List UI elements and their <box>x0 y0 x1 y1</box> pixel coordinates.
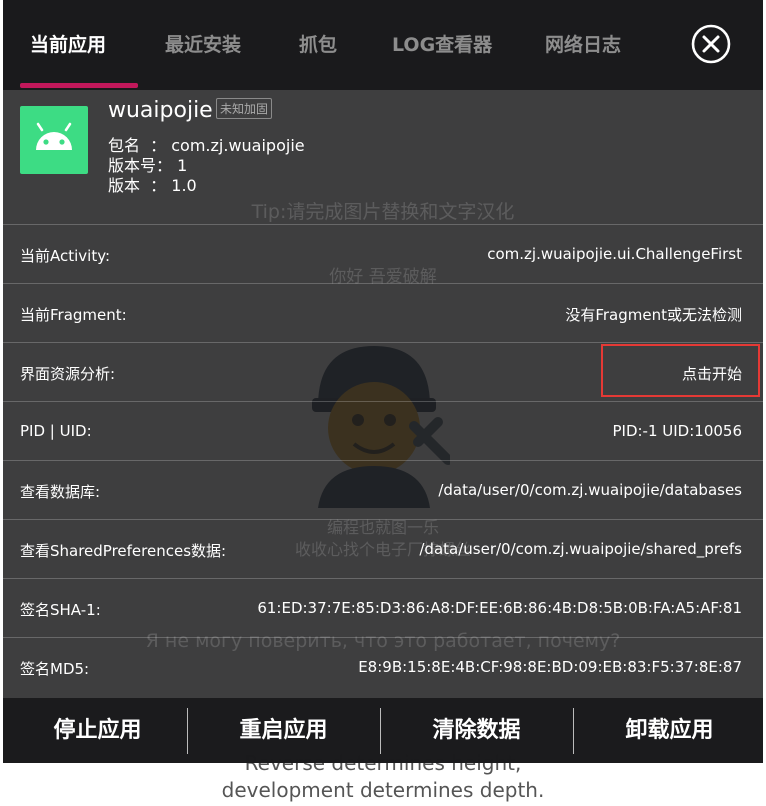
stop-app-button[interactable]: 停止应用 <box>3 698 192 763</box>
tab-network-log[interactable]: 网络日志 <box>545 30 621 60</box>
row-databases[interactable]: 查看数据库: /data/user/0/com.zj.wuaipojie/dat… <box>3 460 763 519</box>
tab-current-app[interactable]: 当前应用 <box>30 30 106 60</box>
highlight-box <box>601 344 760 397</box>
close-circle-icon[interactable] <box>691 24 731 64</box>
row-pid-uid: PID | UID: PID:-1 UID:10056 <box>3 401 763 460</box>
row-fragment: 当前Fragment: 没有Fragment或无法检测 <box>3 283 763 342</box>
tab-packet-capture[interactable]: 抓包 <box>299 30 337 60</box>
row-value: PID:-1 UID:10056 <box>612 422 742 440</box>
footer-line-2: development determines depth. <box>221 778 545 802</box>
row-label: 当前Activity: <box>20 247 111 265</box>
action-bar: 停止应用 重启应用 清除数据 卸载应用 <box>3 698 763 763</box>
protection-badge: 未知加固 <box>216 98 273 119</box>
row-label: 签名MD5: <box>20 660 90 678</box>
tab-log-viewer[interactable]: LOG查看器 <box>392 30 492 60</box>
app-inspector-panel: Tip:请完成图片替换和文字汉化 你好 吾爱破解 编程也就图一乐 收收心找个电子… <box>3 0 763 763</box>
row-sha1: 签名SHA-1: 61:ED:37:7E:85:D3:86:A8:DF:EE:6… <box>3 578 763 637</box>
uninstall-app-button[interactable]: 卸载应用 <box>575 698 764 763</box>
row-label: 查看数据库: <box>20 483 101 501</box>
version-name: 版本 ： 1.0 <box>108 176 197 195</box>
row-activity: 当前Activity: com.zj.wuaipojie.ui.Challeng… <box>3 224 763 283</box>
row-value[interactable]: 61:ED:37:7E:85:D3:86:A8:DF:EE:6B:86:4B:D… <box>257 599 742 617</box>
row-label: 查看SharedPreferences数据: <box>20 542 227 560</box>
row-md5: 签名MD5: E8:9B:15:8E:4B:CF:98:8E:BD:09:EB:… <box>3 637 763 696</box>
tab-bar: 当前应用 最近安装 抓包 LOG查看器 网络日志 <box>3 0 763 90</box>
divider <box>187 708 188 754</box>
row-value[interactable]: /data/user/0/com.zj.wuaipojie/databases <box>438 481 742 499</box>
row-value[interactable]: /data/user/0/com.zj.wuaipojie/shared_pre… <box>419 540 742 558</box>
tab-recent-installs[interactable]: 最近安装 <box>165 30 241 60</box>
info-list: 当前Activity: com.zj.wuaipojie.ui.Challeng… <box>3 224 763 696</box>
row-label: PID | UID: <box>20 422 92 440</box>
row-label: 签名SHA-1: <box>20 601 101 619</box>
divider <box>573 708 574 754</box>
android-icon <box>20 106 88 174</box>
row-value[interactable]: com.zj.wuaipojie.ui.ChallengeFirst <box>487 245 742 263</box>
row-shared-prefs[interactable]: 查看SharedPreferences数据: /data/user/0/com.… <box>3 519 763 578</box>
app-name: wuaipojie <box>108 98 213 123</box>
row-value: 没有Fragment或无法检测 <box>565 306 742 324</box>
clear-data-button[interactable]: 清除数据 <box>382 698 571 763</box>
divider <box>380 708 381 754</box>
app-info-header: wuaipojie 未知加固 包名 ： com.zj.wuaipojie 版本号… <box>3 90 763 214</box>
row-label: 当前Fragment: <box>20 306 127 324</box>
row-label: 界面资源分析: <box>20 365 116 383</box>
active-tab-indicator <box>20 83 138 88</box>
restart-app-button[interactable]: 重启应用 <box>189 698 378 763</box>
row-value[interactable]: E8:9B:15:8E:4B:CF:98:8E:BD:09:EB:83:F5:3… <box>358 658 742 676</box>
